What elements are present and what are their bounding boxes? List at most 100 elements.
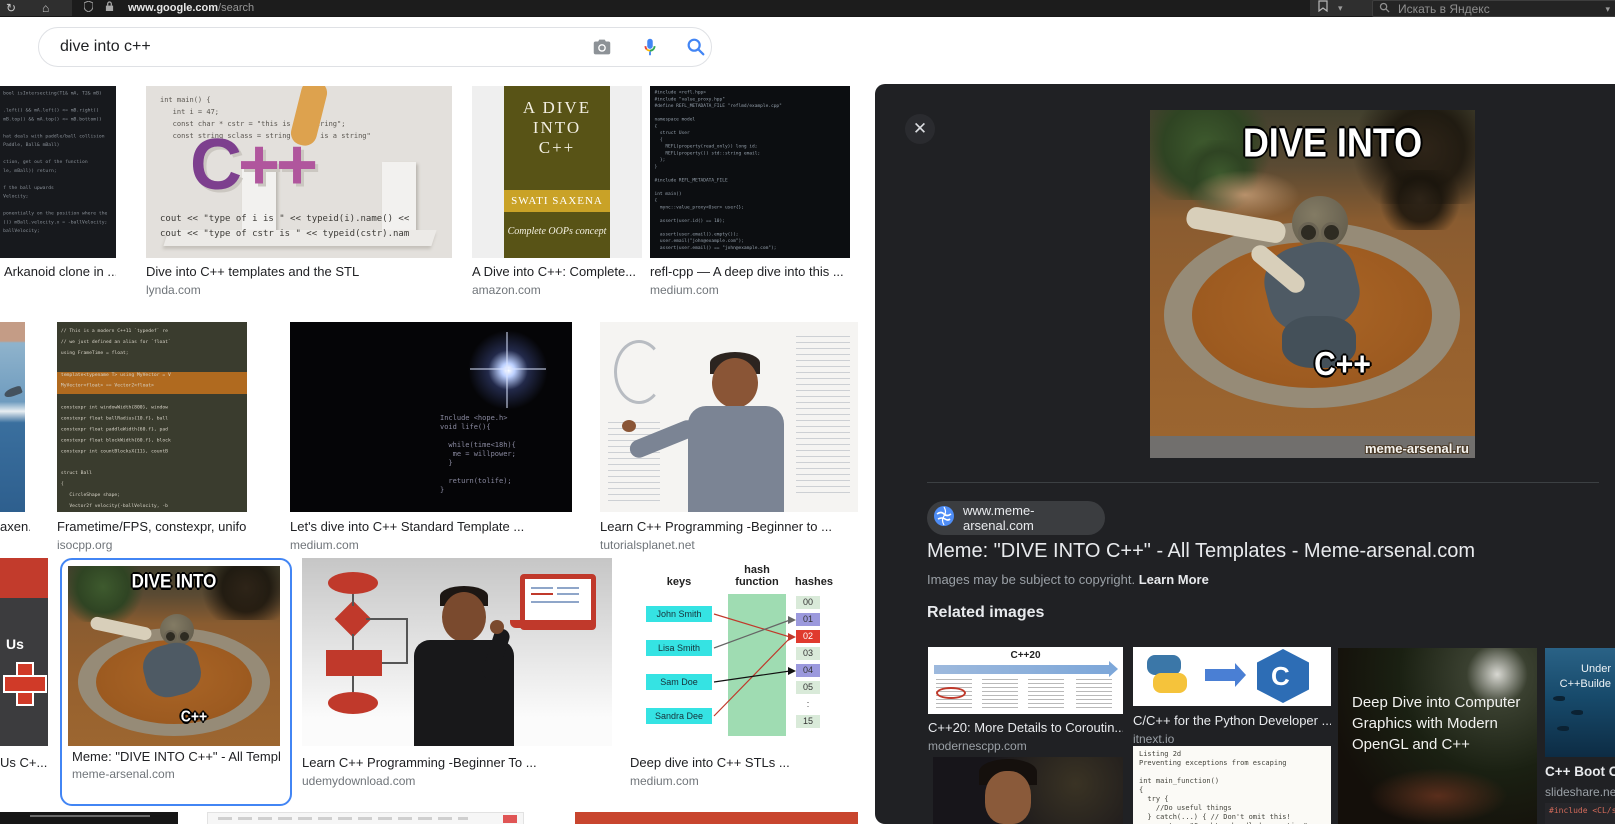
- result-title[interactable]: Let's dive into C++ Standard Template ..…: [290, 518, 570, 535]
- learn-more-link[interactable]: Learn More: [1139, 572, 1209, 587]
- code-texture: Listing 2d Preventing exceptions from es…: [1139, 750, 1331, 824]
- result-thumb-star[interactable]: Include <hope.h> void life(){ while(time…: [290, 322, 572, 512]
- result-thumb-red-cover[interactable]: Us: [0, 558, 48, 746]
- result-domain[interactable]: medium.com: [650, 282, 855, 298]
- result-domain[interactable]: medium.com: [290, 537, 570, 553]
- star-ray: [506, 332, 508, 408]
- image-preview-panel: ✕ DIVE INTO C++ meme-arsenal.ru www.meme…: [875, 84, 1615, 824]
- result-title[interactable]: Meme: "DIVE INTO C++" - All Templat...: [72, 748, 280, 765]
- flowchart-line: [406, 618, 408, 664]
- result-domain[interactable]: amazon.com: [472, 282, 640, 298]
- code-texture: // This is a modern C++11 `typedef` re /…: [60, 328, 171, 509]
- related-title[interactable]: C++ Boot Ca: [1545, 764, 1615, 779]
- related-domain[interactable]: modernescpp.com: [928, 739, 1123, 753]
- red-banner: [0, 558, 48, 598]
- meme-bottom-text: C++: [180, 707, 208, 725]
- partial-thumb-light[interactable]: [207, 812, 524, 824]
- source-link[interactable]: www.meme-arsenal.com: [927, 501, 1105, 535]
- python-logo: [1147, 655, 1181, 675]
- result-thumb-book[interactable]: A DIVE INTO C++ SWATI SAXENA Complete OO…: [472, 86, 642, 258]
- result-thumb-frametime[interactable]: // This is a modern C++11 `typedef` re /…: [57, 322, 247, 512]
- result-thumb-whiteboard[interactable]: [600, 322, 858, 512]
- related-thumb-deep-dive[interactable]: Deep Dive into Computer Graphics with Mo…: [1338, 648, 1537, 824]
- close-icon[interactable]: ✕: [905, 114, 935, 144]
- related-domain[interactable]: itnext.io: [1133, 732, 1331, 746]
- result-title[interactable]: Arkanoid clone in ...: [4, 263, 116, 280]
- result-domain[interactable]: tutorialsplanet.net: [600, 537, 858, 553]
- timeline-arrow: [934, 661, 1118, 677]
- search-input[interactable]: dive into c++: [38, 27, 712, 67]
- diver-goggle: [178, 630, 191, 643]
- result-title[interactable]: Learn C++ Programming -Beginner to ...: [600, 518, 858, 535]
- overlay-text: Under C++Builde: [1559, 663, 1611, 690]
- related-title[interactable]: C/C++ for the Python Developer ...: [1133, 713, 1331, 728]
- search-query-text[interactable]: dive into c++: [60, 28, 151, 66]
- result-thumb-arkanoid[interactable]: bool isIntersecting(T1& mA, T2& mB) .lef…: [0, 86, 116, 258]
- result-domain[interactable]: udemydownload.com: [302, 773, 602, 789]
- result-title[interactable]: Us C+...: [0, 754, 50, 771]
- lock-icon[interactable]: [105, 0, 114, 17]
- related-thumb-python-cpp[interactable]: C: [1133, 647, 1331, 706]
- person-hand: [490, 620, 504, 634]
- address-bar[interactable]: www.google.com/search: [72, 0, 1310, 16]
- result-title[interactable]: Learn C++ Programming -Beginner To ...: [302, 754, 602, 771]
- result-thumb-reflcpp[interactable]: #include <refl.hpp> #include "value_prox…: [650, 86, 850, 258]
- source-url: www.meme-arsenal.com: [963, 503, 1035, 533]
- whiteboard-scribble: [796, 336, 850, 496]
- related-thumb-cpp20[interactable]: C++20: [928, 647, 1123, 714]
- result-title[interactable]: Frametime/FPS, constexpr, uniform ...: [57, 518, 247, 535]
- result-thumb-cpp-templates[interactable]: int main() { int i = 47; const char * cs…: [146, 86, 452, 258]
- partial-thumb-dark[interactable]: [0, 812, 178, 824]
- result-title[interactable]: A Dive into C++: Complete...: [472, 263, 640, 280]
- flowchart-line: [352, 634, 354, 650]
- person-body: [688, 406, 784, 512]
- related-thumb-underwater[interactable]: Under C++Builde: [1545, 648, 1615, 757]
- yandex-search-box[interactable]: Искать в Яндекс ▾: [1372, 0, 1615, 17]
- meme-top-text: DIVE INTO: [131, 570, 217, 593]
- selected-result-card[interactable]: DIVE INTO C++ Meme: "DIVE INTO C++" - Al…: [60, 558, 292, 806]
- result-thumb-hash-diagram[interactable]: keys hash function hashes John Smith Lis…: [630, 558, 845, 746]
- url-text[interactable]: www.google.com/search: [128, 2, 254, 14]
- yandex-caret-icon[interactable]: ▾: [1605, 1, 1610, 17]
- related-thumb-listing[interactable]: Listing 2d Preventing exceptions from es…: [1133, 746, 1331, 824]
- related-title[interactable]: C++20: More Details to Coroutin...: [928, 720, 1123, 735]
- reload-icon[interactable]: ↻: [6, 0, 16, 16]
- search-icon[interactable]: [685, 36, 707, 58]
- preview-title: Meme: "DIVE INTO C++" - All Templates - …: [927, 540, 1476, 562]
- camera-icon[interactable]: [591, 36, 613, 58]
- google-search-header: dive into c++: [0, 17, 1615, 84]
- book-author: SWATI SAXENA: [504, 190, 610, 212]
- preview-image[interactable]: DIVE INTO C++ meme-arsenal.ru: [1150, 110, 1475, 458]
- person-hand: [622, 420, 636, 432]
- arrow-icon: [1205, 663, 1246, 687]
- result-domain[interactable]: lynda.com: [146, 282, 446, 298]
- result-thumb-meme-selected[interactable]: DIVE INTO C++: [68, 566, 280, 746]
- shield-icon[interactable]: [83, 0, 94, 17]
- result-title[interactable]: axen...: [0, 518, 30, 535]
- result-thumb-flowchart[interactable]: [302, 558, 612, 746]
- text-column: [1028, 679, 1064, 709]
- home-icon[interactable]: ⌂: [42, 0, 49, 16]
- result-title[interactable]: refl-cpp — A deep dive into this ...: [650, 263, 855, 280]
- code-texture: #include <CL/sy: [1549, 806, 1615, 815]
- cover-text: Us: [6, 636, 24, 652]
- result-title[interactable]: Dive into C++ templates and the STL: [146, 263, 446, 280]
- related-thumb-man-photo[interactable]: [933, 757, 1123, 824]
- result-thumb-dolphin[interactable]: [0, 322, 25, 512]
- microphone-icon[interactable]: [639, 36, 661, 58]
- copyright-text: Images may be subject to copyright.: [927, 572, 1136, 587]
- result-domain[interactable]: meme-arsenal.com: [72, 766, 280, 782]
- partial-thumb-orange[interactable]: [575, 812, 858, 824]
- bookmark-caret-icon[interactable]: ▾: [1338, 0, 1343, 16]
- result-title[interactable]: Deep dive into C++ STLs ...: [630, 754, 845, 771]
- decor-streak: [218, 817, 468, 820]
- cpp-logo-letter: C: [1271, 661, 1290, 691]
- related-thumb-code-sliver[interactable]: #include <CL/sy: [1545, 803, 1615, 824]
- browser-bar: ↻ ⌂ www.google.com/search ▾ Искать в Янд…: [0, 0, 1615, 17]
- star-ray: [470, 368, 546, 370]
- related-domain[interactable]: slideshare.ne: [1545, 785, 1615, 799]
- copyright-note: Images may be subject to copyright. Lear…: [927, 572, 1209, 587]
- result-domain[interactable]: medium.com: [630, 773, 845, 789]
- result-domain[interactable]: isocpp.org: [57, 537, 247, 553]
- bookmark-flag-icon[interactable]: [1318, 0, 1328, 17]
